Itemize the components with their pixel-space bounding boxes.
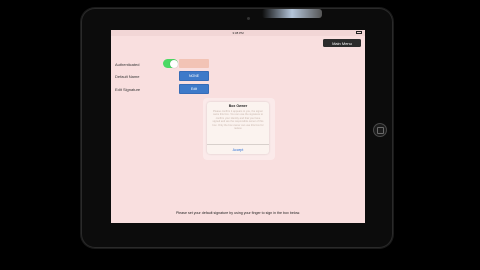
- alert-message: Please confirm it appears to you, the si…: [212, 110, 264, 131]
- signature-instruction: Please set your default signature by usi…: [175, 211, 301, 215]
- default-name-button[interactable]: NONE: [179, 71, 209, 81]
- edit-signature-button[interactable]: Edit: [179, 84, 209, 94]
- home-button[interactable]: [373, 123, 387, 137]
- authenticated-field: [179, 59, 209, 68]
- front-camera: [247, 17, 250, 20]
- alert-divider: [207, 144, 269, 145]
- status-time: 3:38 PM: [232, 31, 244, 35]
- main-menu-button[interactable]: Main Menu: [323, 39, 361, 47]
- default-name-label: Default Name: [115, 74, 140, 79]
- accept-button[interactable]: Accept: [207, 146, 269, 154]
- box-owner-alert: Box Owner Please confirm it appears to y…: [207, 102, 269, 154]
- authenticated-toggle[interactable]: [163, 59, 178, 68]
- battery-icon: [356, 31, 362, 34]
- alert-title: Box Owner: [228, 104, 248, 108]
- screen-glare: [262, 9, 322, 18]
- edit-signature-label: Edit Signature: [115, 87, 141, 92]
- app-screen: 3:38 PM Main Menu Authenticated Default …: [111, 30, 365, 223]
- authenticated-label: Authenticated: [115, 62, 140, 67]
- status-bar: 3:38 PM: [111, 30, 365, 36]
